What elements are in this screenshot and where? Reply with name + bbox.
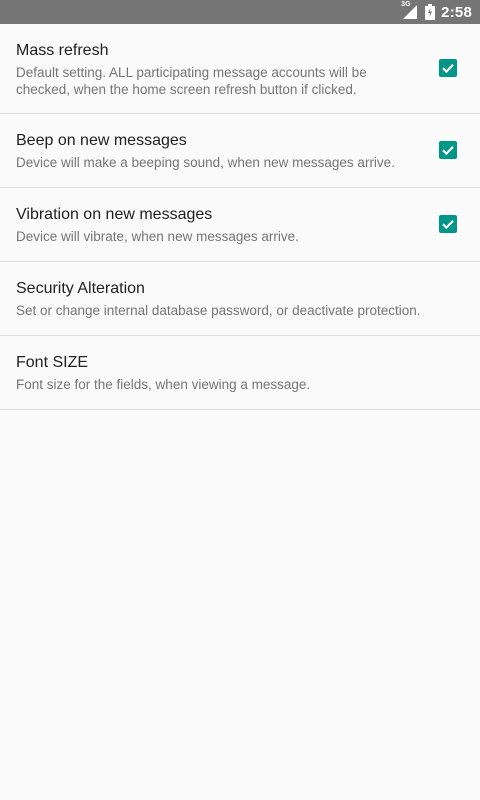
setting-title: Mass refresh (16, 42, 109, 59)
status-icons: 3G 2:58 (401, 0, 472, 24)
setting-summary: Device will vibrate, when new messages a… (16, 229, 299, 244)
setting-summary: Default setting. ALL participating messa… (16, 65, 367, 97)
cell-signal-icon: 3G (401, 1, 419, 21)
setting-title: Font SIZE (16, 354, 89, 371)
battery-icon (425, 4, 436, 20)
setting-mass-refresh[interactable]: Mass refresh Default setting. ALL partic… (0, 24, 480, 114)
mass-refresh-checkbox[interactable] (439, 59, 457, 77)
setting-summary: Font size for the fields, when viewing a… (16, 377, 311, 392)
setting-title: Security Alteration (16, 280, 145, 297)
clock: 2:58 (441, 3, 472, 21)
vibration-checkbox[interactable] (439, 215, 457, 233)
setting-summary: Device will make a beeping sound, when n… (16, 155, 395, 170)
setting-beep[interactable]: Beep on new messages Device will make a … (0, 114, 480, 188)
setting-title: Beep on new messages (16, 132, 187, 149)
beep-checkbox[interactable] (439, 141, 457, 159)
setting-font-size[interactable]: Font SIZE Font size for the fields, when… (0, 336, 480, 410)
setting-title: Vibration on new messages (16, 206, 213, 223)
setting-security-alteration[interactable]: Security Alteration Set or change intern… (0, 262, 480, 336)
setting-summary: Set or change internal database password… (16, 303, 421, 318)
status-bar: 3G 2:58 (0, 0, 480, 24)
checkmark-icon (442, 220, 454, 230)
checkmark-icon (442, 64, 454, 74)
checkmark-icon (442, 146, 454, 156)
setting-vibration[interactable]: Vibration on new messages Device will vi… (0, 188, 480, 262)
settings-list: Mass refresh Default setting. ALL partic… (0, 24, 480, 410)
